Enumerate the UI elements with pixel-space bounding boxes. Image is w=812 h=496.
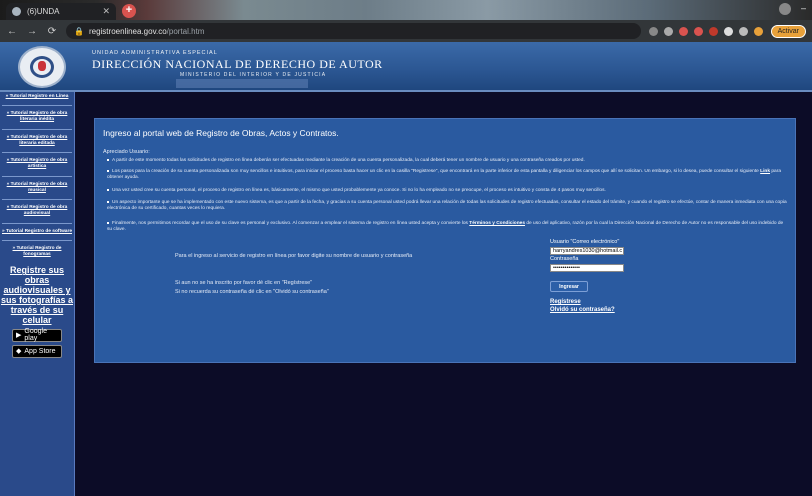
header-sup: UNIDAD ADMINISTRATIVA ESPECIAL (92, 50, 218, 56)
divider (2, 175, 72, 177)
logo (18, 46, 66, 88)
login-panel: Ingreso al portal web de Registro de Obr… (94, 118, 796, 363)
playlist-icon[interactable] (738, 26, 748, 36)
reload-icon[interactable]: ⟳ (46, 26, 58, 37)
divider (2, 105, 72, 107)
bullet (107, 169, 109, 172)
sidebar-link-audiovisual[interactable]: » Tutorial Registro de obra audiovisual (0, 203, 74, 219)
bullet (107, 158, 109, 161)
user-label: Usuario "Correo electrónico" (550, 239, 620, 245)
paragraph-4: Un aspecto importante que se ha implemen… (107, 200, 787, 212)
sidebar: » Tutorial Registro en Línea » Tutorial … (0, 92, 75, 496)
page: UNIDAD ADMINISTRATIVA ESPECIAL DIRECCIÓN… (0, 42, 812, 496)
paragraph-1: A partir de este momento todas las solic… (107, 158, 787, 164)
forgot-password-link[interactable]: Olvidó su contraseña? (550, 307, 615, 313)
page-title: Ingreso al portal web de Registro de Obr… (103, 128, 339, 138)
site-header: UNIDAD ADMINISTRATIVA ESPECIAL DIRECCIÓN… (0, 42, 812, 92)
star-icon[interactable] (663, 26, 673, 36)
paragraph-3: Una vez usted cree su cuenta personal, e… (107, 188, 787, 194)
extension-m-icon[interactable] (708, 26, 718, 36)
register-link[interactable]: Regístrese (550, 299, 581, 305)
terms-link[interactable]: Términos y Condiciones (469, 221, 525, 226)
profile-icon[interactable] (778, 3, 791, 15)
apple-icon: ◆ (16, 348, 22, 356)
header-title: DIRECCIÓN NACIONAL DE DERECHO DE AUTOR (92, 57, 383, 71)
divider (2, 128, 72, 130)
divider (2, 222, 72, 224)
divider (2, 199, 72, 201)
forward-icon[interactable]: → (26, 26, 38, 37)
tab-title: (6)UNDA (27, 7, 60, 16)
sidebar-link-literaria-editada[interactable]: » Tutorial Registro de obra literaria ed… (0, 133, 74, 149)
sidebar-link-artistica[interactable]: » Tutorial Registro de obra artística (0, 156, 74, 172)
password-field[interactable]: •••••••••••••• (550, 264, 624, 272)
key-icon[interactable] (648, 26, 658, 36)
new-tab-button[interactable]: + (122, 4, 136, 18)
back-icon[interactable]: ← (6, 26, 18, 37)
sidebar-link-online[interactable]: » Tutorial Registro en Línea (0, 92, 74, 102)
login-button[interactable]: Ingresar (550, 281, 588, 292)
greeting: Apreciado Usuario: (103, 149, 150, 155)
minimize-button[interactable]: – (801, 3, 806, 15)
forgot-prompt: Si no recuerda su contraseña dé clic en … (175, 289, 329, 295)
favicon-icon (12, 7, 21, 16)
extension-red-icon[interactable] (678, 26, 688, 36)
divider (2, 239, 72, 241)
url-field[interactable]: 🔒 registroenlinea.gov.co/portal.htm (66, 23, 641, 39)
app-store-button[interactable]: ◆ App Store (12, 344, 62, 358)
mobile-promo[interactable]: Registre sus obras audiovisuales y sus f… (0, 265, 74, 325)
header-bar (176, 79, 308, 88)
address-bar: ← → ⟳ 🔒 registroenlinea.gov.co/portal.ht… (0, 20, 812, 42)
extensions-area (648, 26, 763, 36)
google-play-label: Google play (24, 328, 47, 343)
email-field[interactable]: harryandres1030@hotmail.c (550, 247, 624, 255)
bullet (107, 200, 109, 203)
sidebar-link-literaria-inedita[interactable]: » Tutorial Registro de obra literaria in… (0, 109, 74, 125)
browser-tabbar: (6)UNDA ✕ + – (0, 0, 812, 20)
sidebar-link-musical[interactable]: » Tutorial Registro de obra musical (0, 180, 74, 196)
url-text: registroenlinea.gov.co/portal.htm (88, 26, 205, 36)
password-label: Contraseña (550, 256, 579, 262)
help-link[interactable]: Link (760, 169, 770, 174)
sidebar-link-fonogramas[interactable]: » Tutorial Registro de fonogramas (0, 244, 74, 260)
login-prompt: Para el ingreso al servicio de registro … (175, 253, 413, 259)
bullet (107, 221, 109, 224)
avatar[interactable] (753, 26, 763, 36)
not-registered-text: Si aun no se ha inscrito por favor dé cl… (175, 280, 313, 286)
divider (2, 152, 72, 154)
paragraph-2: Los pasos para la creación de su cuenta … (107, 169, 781, 181)
header-sub: MINISTERIO DEL INTERIOR Y DE JUSTICIA (180, 72, 327, 78)
google-play-button[interactable]: ▶ Google play (12, 328, 62, 343)
lock-icon[interactable]: 🔒 (74, 27, 84, 36)
header-text: UNIDAD ADMINISTRATIVA ESPECIAL DIRECCIÓN… (92, 50, 383, 78)
puzzle-icon[interactable] (723, 26, 733, 36)
extension-red2-icon[interactable] (693, 26, 703, 36)
bullet (107, 188, 109, 191)
play-icon: ▶ (16, 332, 22, 340)
browser-tab[interactable]: (6)UNDA ✕ (6, 3, 116, 20)
logo-dot (38, 61, 46, 71)
sidebar-link-software[interactable]: » Tutorial Registro de software (0, 227, 74, 237)
window-controls: – (778, 3, 806, 15)
close-tab-icon[interactable]: ✕ (102, 6, 110, 17)
app-store-label: App Store (24, 347, 56, 355)
paragraph-5: Finalmente, nos permitimos recordar que … (107, 221, 784, 233)
activate-button[interactable]: Activar (770, 24, 806, 38)
